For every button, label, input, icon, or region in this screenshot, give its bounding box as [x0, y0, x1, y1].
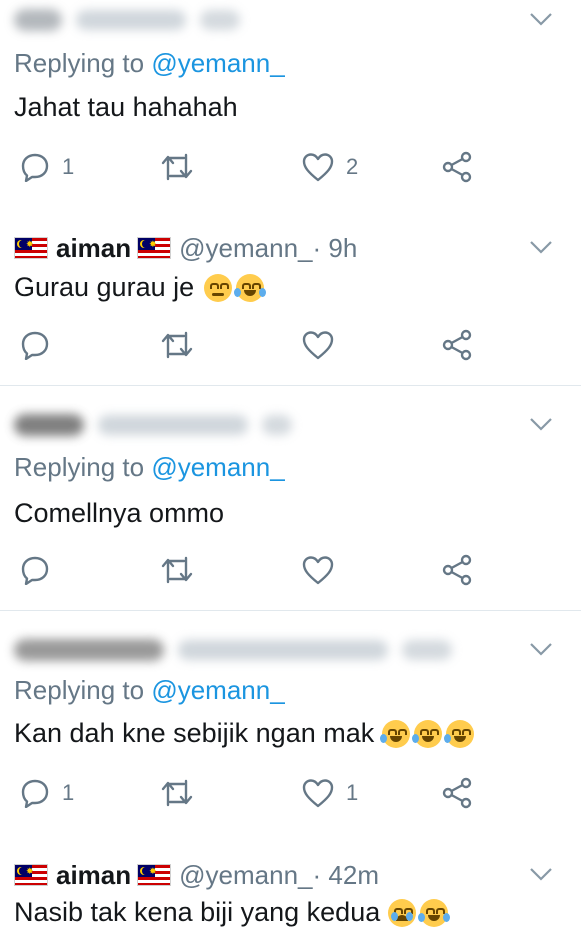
like-button[interactable]: 1 [302, 776, 358, 810]
like-button[interactable] [302, 553, 334, 587]
share-icon [442, 329, 472, 361]
like-button[interactable] [302, 328, 334, 362]
replying-to: Replying to @yemann_ [14, 48, 285, 79]
author-handle[interactable]: @yemann_ [179, 233, 312, 264]
like-icon [302, 779, 334, 808]
retweet-icon [161, 153, 193, 181]
author-name[interactable]: aiman [56, 860, 131, 891]
tweet-header: ✸ aiman ✸ @yemann_ · 9h [14, 230, 357, 266]
share-icon [442, 554, 472, 586]
tweet-actions [0, 553, 581, 587]
tweet-timestamp[interactable]: · 42m [313, 860, 379, 891]
malaysia-flag-icon: ✸ [137, 237, 172, 259]
chevron-down-icon[interactable] [529, 240, 553, 254]
chevron-down-icon[interactable] [529, 417, 553, 431]
tweet-header [14, 2, 240, 38]
retweet-button[interactable] [160, 150, 194, 184]
share-button[interactable] [441, 553, 473, 587]
tweet-text: Kan dah kne sebijik ngan mak [14, 718, 475, 749]
share-button[interactable] [441, 328, 473, 362]
tears-of-joy-emoji [234, 273, 267, 302]
rolling-eyes-emoji [204, 273, 233, 302]
reply-icon [21, 153, 49, 182]
malaysia-flag-icon: ✸ [14, 237, 48, 259]
share-icon [442, 777, 472, 809]
rofl-emoji [412, 719, 443, 748]
replying-label: Replying to [14, 675, 152, 705]
like-count: 2 [346, 154, 359, 179]
retweet-icon [161, 556, 193, 584]
crying-emoji [388, 898, 417, 927]
blurred-name [14, 639, 164, 661]
blurred-time [402, 640, 452, 660]
share-icon [442, 151, 472, 183]
like-icon [302, 153, 334, 182]
tweet-header [14, 632, 452, 668]
like-icon [302, 331, 334, 360]
author-name[interactable]: aiman [56, 233, 131, 264]
blurred-name [14, 414, 84, 436]
retweet-button[interactable] [160, 553, 194, 587]
reply-button[interactable] [20, 328, 50, 362]
blurred-name [14, 9, 62, 31]
chevron-down-icon[interactable] [529, 642, 553, 656]
divider [0, 610, 581, 611]
replying-to: Replying to @yemann_ [14, 452, 285, 483]
reply-mention-link[interactable]: @yemann_ [151, 675, 284, 705]
like-count: 1 [346, 780, 359, 805]
chevron-down-icon[interactable] [529, 867, 553, 881]
tweet-actions: 1 1 [0, 776, 581, 810]
reply-button[interactable] [20, 553, 50, 587]
tweet-text-content: Jahat tau hahahah [14, 92, 238, 122]
reply-button[interactable]: 1 [20, 776, 74, 810]
reply-count: 1 [62, 780, 75, 805]
blurred-handle [76, 10, 186, 30]
replying-label: Replying to [14, 48, 152, 78]
tweet-text: Comellnya ommo [14, 498, 224, 529]
reply-mention-link[interactable]: @yemann_ [151, 452, 284, 482]
tweet-header [14, 407, 292, 443]
replying-to: Replying to @yemann_ [14, 675, 285, 706]
reply-icon [21, 556, 49, 585]
reply-mention-link[interactable]: @yemann_ [151, 48, 284, 78]
tweet-actions: 1 2 [0, 150, 581, 184]
blurred-time [200, 10, 240, 30]
replying-label: Replying to [14, 452, 152, 482]
like-button[interactable]: 2 [302, 150, 358, 184]
tweet-text-content: Nasib tak kena biji yang kedua [14, 897, 381, 927]
retweet-icon [161, 779, 193, 807]
author-handle[interactable]: @yemann_ [179, 860, 312, 891]
divider [0, 385, 581, 386]
reply-button[interactable]: 1 [20, 150, 74, 184]
blurred-time [262, 415, 292, 435]
like-icon [302, 556, 334, 585]
tweet-timestamp[interactable]: · 9h [313, 233, 358, 264]
reply-icon [21, 779, 49, 808]
chevron-down-icon[interactable] [529, 12, 553, 26]
tweet-text-content: Kan dah kne sebijik ngan mak [14, 718, 375, 748]
tweet-header: ✸ aiman ✸ @yemann_ · 42m [14, 857, 379, 893]
reply-count: 1 [62, 154, 75, 179]
share-button[interactable] [441, 150, 473, 184]
tweet-actions [0, 328, 581, 362]
blurred-handle [98, 415, 248, 435]
rofl-emoji [444, 719, 475, 748]
tweet-text-content: Comellnya ommo [14, 498, 225, 528]
tweet-text: Gurau gurau je [14, 272, 267, 303]
tweet-text-content: Gurau gurau je [14, 272, 195, 302]
malaysia-flag-icon: ✸ [137, 864, 172, 886]
tweet-text: Jahat tau hahahah [14, 92, 238, 123]
retweet-button[interactable] [160, 328, 194, 362]
retweet-button[interactable] [160, 776, 194, 810]
tears-of-joy-emoji [418, 898, 451, 927]
blurred-handle [178, 640, 388, 660]
share-button[interactable] [441, 776, 473, 810]
rofl-emoji [380, 719, 411, 748]
retweet-icon [161, 331, 193, 359]
malaysia-flag-icon: ✸ [14, 864, 48, 886]
tweet-text: Nasib tak kena biji yang kedua [14, 897, 451, 928]
reply-icon [21, 331, 49, 360]
